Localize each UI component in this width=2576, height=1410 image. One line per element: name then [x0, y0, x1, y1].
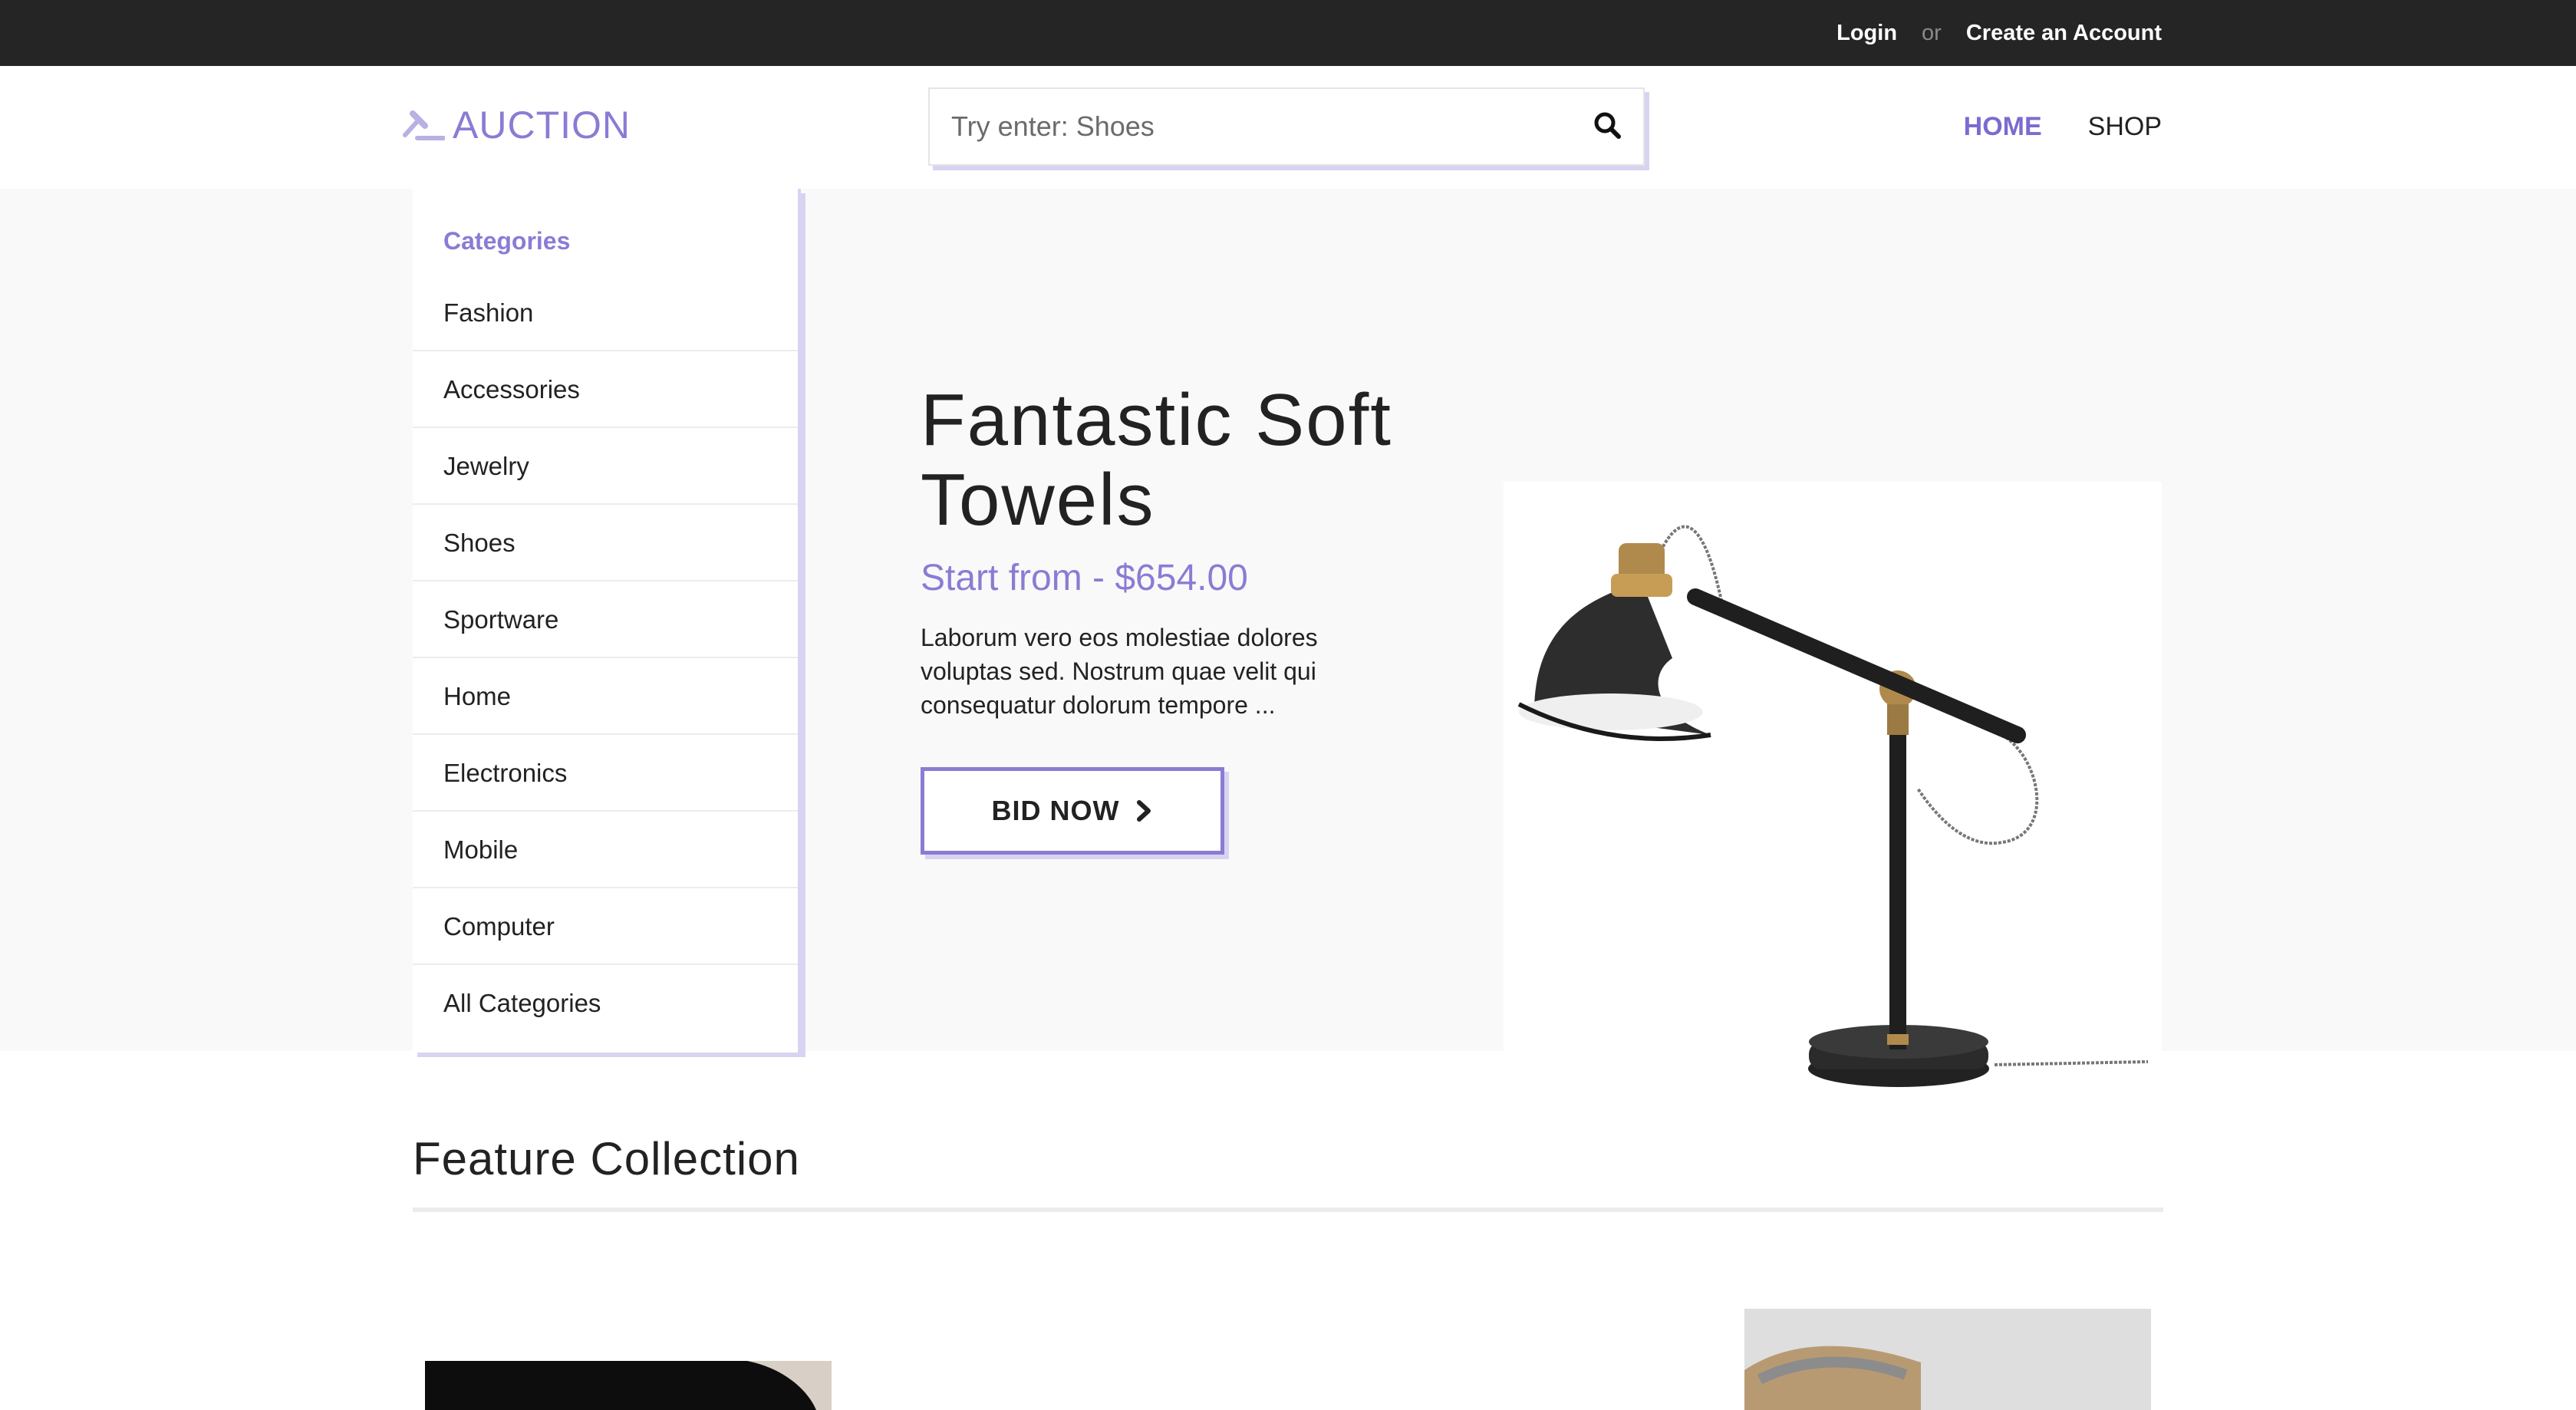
promo-title: Fantastic Soft Towels [921, 379, 1392, 541]
category-sportware[interactable]: Sportware [413, 581, 798, 658]
category-home[interactable]: Home [413, 658, 798, 735]
search-input[interactable] [930, 89, 1602, 164]
categories-list: Fashion Accessories Jewelry Shoes Sportw… [413, 275, 798, 1042]
promo-description: Laborum vero eos molestiae dolores volup… [921, 624, 1318, 719]
search-button[interactable] [1591, 109, 1625, 143]
promo-price: Start from - $654.00 [921, 558, 1248, 598]
gavel-icon [403, 110, 445, 140]
product-image [1504, 482, 2162, 1138]
search-icon [1594, 112, 1621, 139]
nav-shop[interactable]: SHOP [2088, 112, 2162, 142]
category-fashion[interactable]: Fashion [413, 275, 798, 351]
top-bar: Login or Create an Account [0, 0, 2576, 66]
or-separator: or [1922, 20, 1942, 45]
feature-collection-title: Feature Collection [413, 1133, 800, 1184]
chevron-right-icon [1137, 800, 1151, 822]
site-logo[interactable]: AUCTION [402, 103, 631, 147]
bid-now-label: BID NOW [991, 795, 1120, 826]
promo-content: Fantastic Soft Towels Start from - $654.… [921, 381, 1442, 722]
categories-title: Categories [443, 227, 571, 255]
product-thumbnail[interactable] [1744, 1309, 2151, 1410]
product-thumbnail-image [1744, 1309, 2151, 1410]
nav-home[interactable]: HOME [1964, 112, 2042, 142]
category-jewelry[interactable]: Jewelry [413, 428, 798, 505]
category-electronics[interactable]: Electronics [413, 735, 798, 812]
desk-lamp-image [1517, 525, 2149, 1087]
logo-text: AUCTION [453, 104, 631, 147]
categories-panel: Categories Fashion Accessories Jewelry S… [413, 189, 801, 1053]
category-mobile[interactable]: Mobile [413, 812, 798, 888]
category-accessories[interactable]: Accessories [413, 351, 798, 428]
account-links: Login or Create an Account [1836, 0, 2162, 66]
feature-divider [413, 1207, 2163, 1212]
create-account-link[interactable]: Create an Account [1966, 21, 2162, 46]
category-computer[interactable]: Computer [413, 888, 798, 965]
category-all[interactable]: All Categories [413, 965, 798, 1042]
site-header: AUCTION HOME SHOP [0, 66, 2576, 189]
category-shoes[interactable]: Shoes [413, 505, 798, 581]
bid-now-button[interactable]: BID NOW [921, 767, 1224, 855]
product-thumbnail[interactable] [425, 1361, 832, 1410]
hero-section: Categories Fashion Accessories Jewelry S… [0, 189, 2576, 1138]
product-thumbnail-image [425, 1361, 832, 1410]
login-link[interactable]: Login [1836, 21, 1897, 46]
search-box [928, 87, 1645, 166]
main-nav: HOME SHOP [1918, 112, 2162, 142]
